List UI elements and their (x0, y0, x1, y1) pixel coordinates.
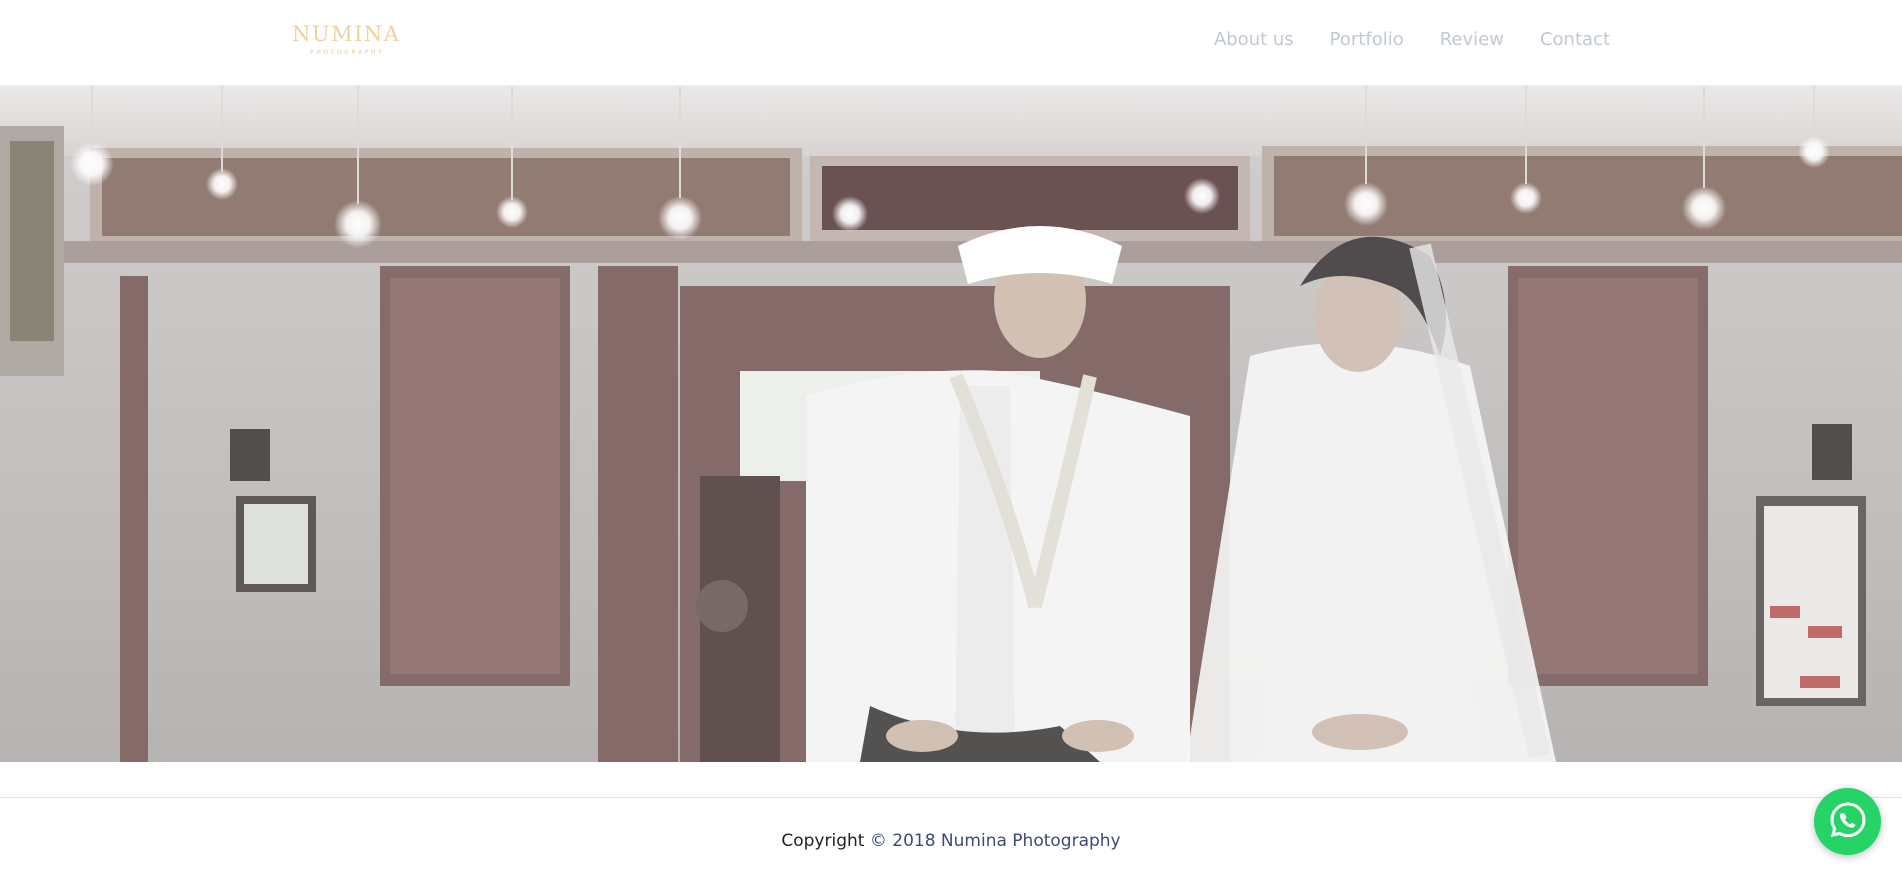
logo-subtitle: PHOTOGRAPHY (310, 49, 385, 56)
copyright-text: Copyright © 2018 Numina Photography (0, 831, 1902, 851)
copyright-rest: © 2018 Numina Photography (869, 831, 1121, 851)
whatsapp-button[interactable] (1814, 788, 1881, 855)
copyright-prefix: Copyright (781, 831, 865, 851)
whatsapp-icon (1828, 800, 1868, 844)
footer-divider (0, 797, 1902, 798)
nav-portfolio[interactable]: Portfolio (1330, 29, 1404, 51)
logo-title: NUMINA (292, 22, 401, 46)
nav-review[interactable]: Review (1440, 29, 1504, 51)
main-nav: About us Portfolio Review Contact (1214, 29, 1610, 51)
nav-contact[interactable]: Contact (1540, 29, 1610, 51)
site-header: NUMINA PHOTOGRAPHY About us Portfolio Re… (0, 0, 1902, 86)
logo-link[interactable]: NUMINA PHOTOGRAPHY (292, 23, 402, 59)
nav-about-us[interactable]: About us (1214, 29, 1294, 51)
wedding-photo-illustration (0, 86, 1902, 762)
hero-photo (0, 86, 1902, 762)
